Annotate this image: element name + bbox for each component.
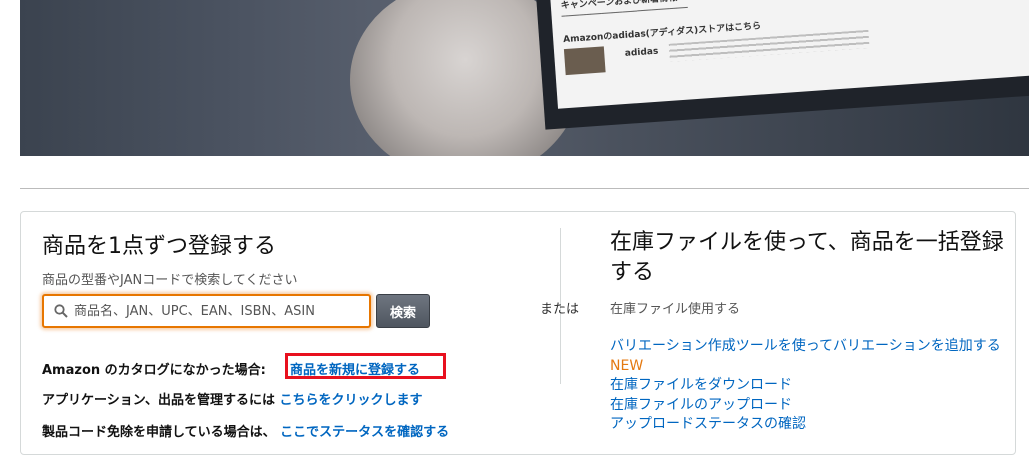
search-button[interactable]: 検索 bbox=[376, 294, 430, 328]
exemption-label: 製品コード免除を申請している場合は、 bbox=[42, 425, 276, 440]
exemption-status-link[interactable]: ここでステータスを確認する bbox=[280, 425, 449, 440]
catalog-row: Amazon のカタログになかった場合: 商品を新規に登録する bbox=[42, 359, 420, 378]
download-inventory-file-link[interactable]: 在庫ファイルをダウンロード bbox=[610, 376, 1005, 396]
tablet-image: キャンペーンおよび新着情報 ━━━━━━━━━━━━━━━━━━━━━━━━━━… bbox=[535, 0, 1029, 130]
variation-tool-link[interactable]: バリエーション作成ツールを使ってバリエーションを追加する NEW bbox=[610, 337, 1005, 376]
manage-row: アプリケーション、出品を管理するには こちらをクリックします bbox=[42, 389, 423, 408]
or-label: または bbox=[540, 302, 580, 317]
search-icon bbox=[54, 304, 68, 318]
product-search-input[interactable] bbox=[74, 303, 354, 319]
bulk-links: バリエーション作成ツールを使ってバリエーションを追加する NEW 在庫ファイルを… bbox=[610, 337, 1005, 435]
add-product-panel: 商品を1点ずつ登録する 商品の型番やJANコードで検索してください 検索 Ama… bbox=[20, 211, 1016, 455]
section-divider bbox=[20, 188, 1029, 189]
manage-label: アプリケーション、出品を管理するには bbox=[42, 393, 275, 408]
variation-tool-label: バリエーション作成ツールを使ってバリエーションを追加する bbox=[610, 338, 1001, 354]
new-badge: NEW bbox=[610, 357, 644, 374]
screen-text-lines bbox=[668, 29, 870, 62]
upload-status-link[interactable]: アップロードステータスの確認 bbox=[610, 415, 1005, 435]
exemption-row: 製品コード免除を申請している場合は、 ここでステータスを確認する bbox=[42, 421, 449, 440]
bulk-add-subtitle: 在庫ファイル使用する bbox=[610, 302, 741, 317]
tablet-screen: キャンペーンおよび新着情報 ━━━━━━━━━━━━━━━━━━━━━━━━━━… bbox=[549, 0, 1029, 109]
manage-click-here-link[interactable]: こちらをクリックします bbox=[280, 393, 423, 408]
screen-brand-text: adidas bbox=[624, 46, 659, 59]
product-search-box[interactable] bbox=[42, 294, 371, 328]
single-add-subtitle: 商品の型番やJANコードで検索してください bbox=[42, 273, 298, 288]
highlight-box bbox=[285, 353, 446, 379]
hero-banner: キャンペーンおよび新着情報 ━━━━━━━━━━━━━━━━━━━━━━━━━━… bbox=[20, 0, 1029, 156]
screen-thumbnail bbox=[563, 46, 606, 76]
single-add-title: 商品を1点ずつ登録する bbox=[42, 234, 276, 259]
bulk-add-title: 在庫ファイルを使って、商品を一括登録する bbox=[610, 230, 1004, 285]
upload-inventory-file-link[interactable]: 在庫ファイルのアップロード bbox=[610, 396, 1005, 416]
catalog-label: Amazon のカタログになかった場合: bbox=[42, 363, 266, 378]
